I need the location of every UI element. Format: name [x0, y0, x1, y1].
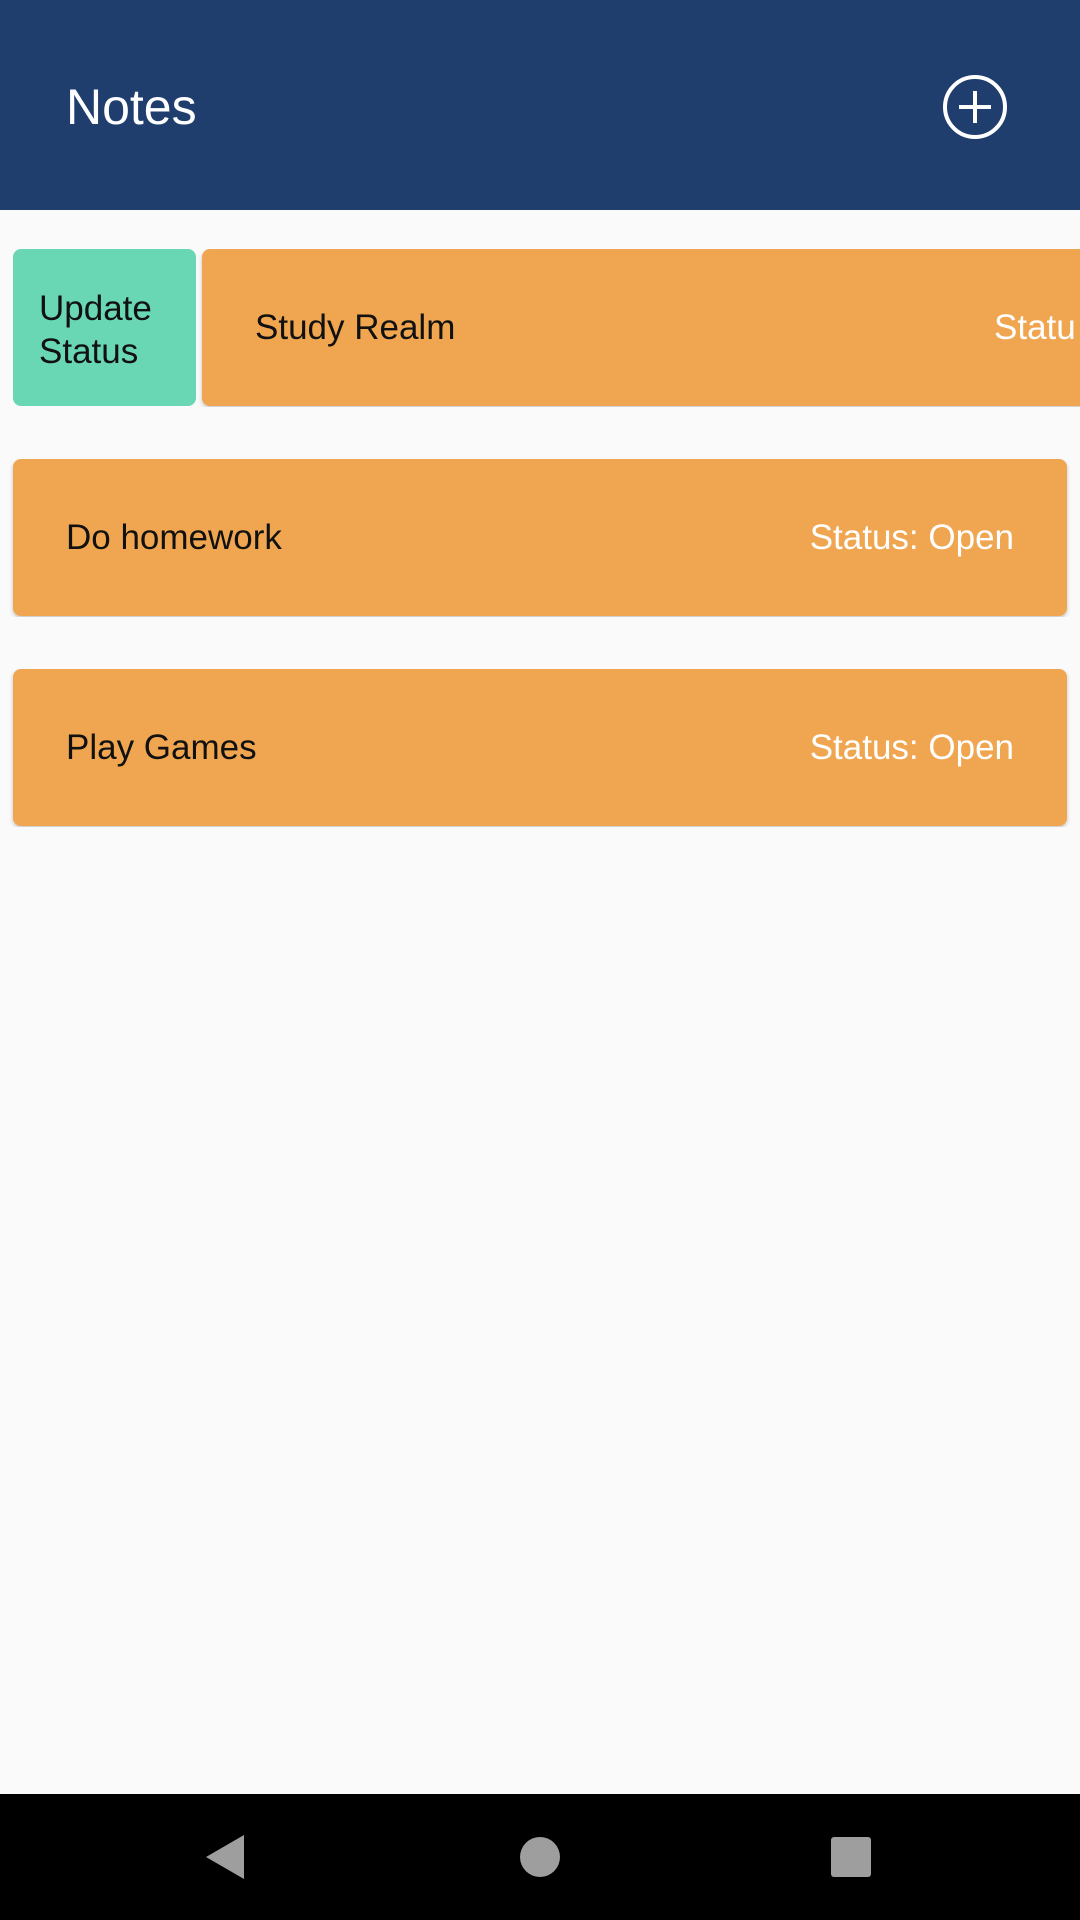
- update-status-button[interactable]: Update Status: [13, 249, 196, 406]
- note-status: Statu: [994, 308, 1076, 347]
- list-item: Update Status Study Realm Statu: [0, 249, 1080, 407]
- recents-square-icon: [831, 1837, 871, 1877]
- update-status-label-line1: Update: [39, 289, 152, 328]
- add-note-button[interactable]: [940, 72, 1010, 142]
- note-title: Study Realm: [255, 308, 456, 347]
- update-status-label-line2: Status: [39, 332, 139, 371]
- note-status: Status: Open: [809, 518, 1014, 557]
- note-card[interactable]: Play Games Status: Open: [13, 669, 1067, 826]
- note-title: Do homework: [66, 518, 282, 557]
- recents-button[interactable]: [816, 1822, 886, 1892]
- note-status: Status: Open: [809, 728, 1014, 767]
- note-card[interactable]: Do homework Status: Open: [13, 459, 1067, 616]
- note-card[interactable]: Study Realm Statu: [202, 249, 1080, 406]
- list-item: Play Games Status: Open: [0, 669, 1080, 827]
- page-title: Notes: [66, 79, 197, 135]
- back-triangle-icon: [206, 1835, 244, 1879]
- note-title: Play Games: [66, 728, 257, 767]
- app-bar: Notes: [0, 0, 1080, 210]
- add-circle-icon: [943, 75, 1007, 139]
- home-button[interactable]: [505, 1822, 575, 1892]
- system-nav-bar: [0, 1794, 1080, 1920]
- back-button[interactable]: [190, 1822, 260, 1892]
- home-circle-icon: [520, 1837, 560, 1877]
- list-item: Do homework Status: Open: [0, 459, 1080, 617]
